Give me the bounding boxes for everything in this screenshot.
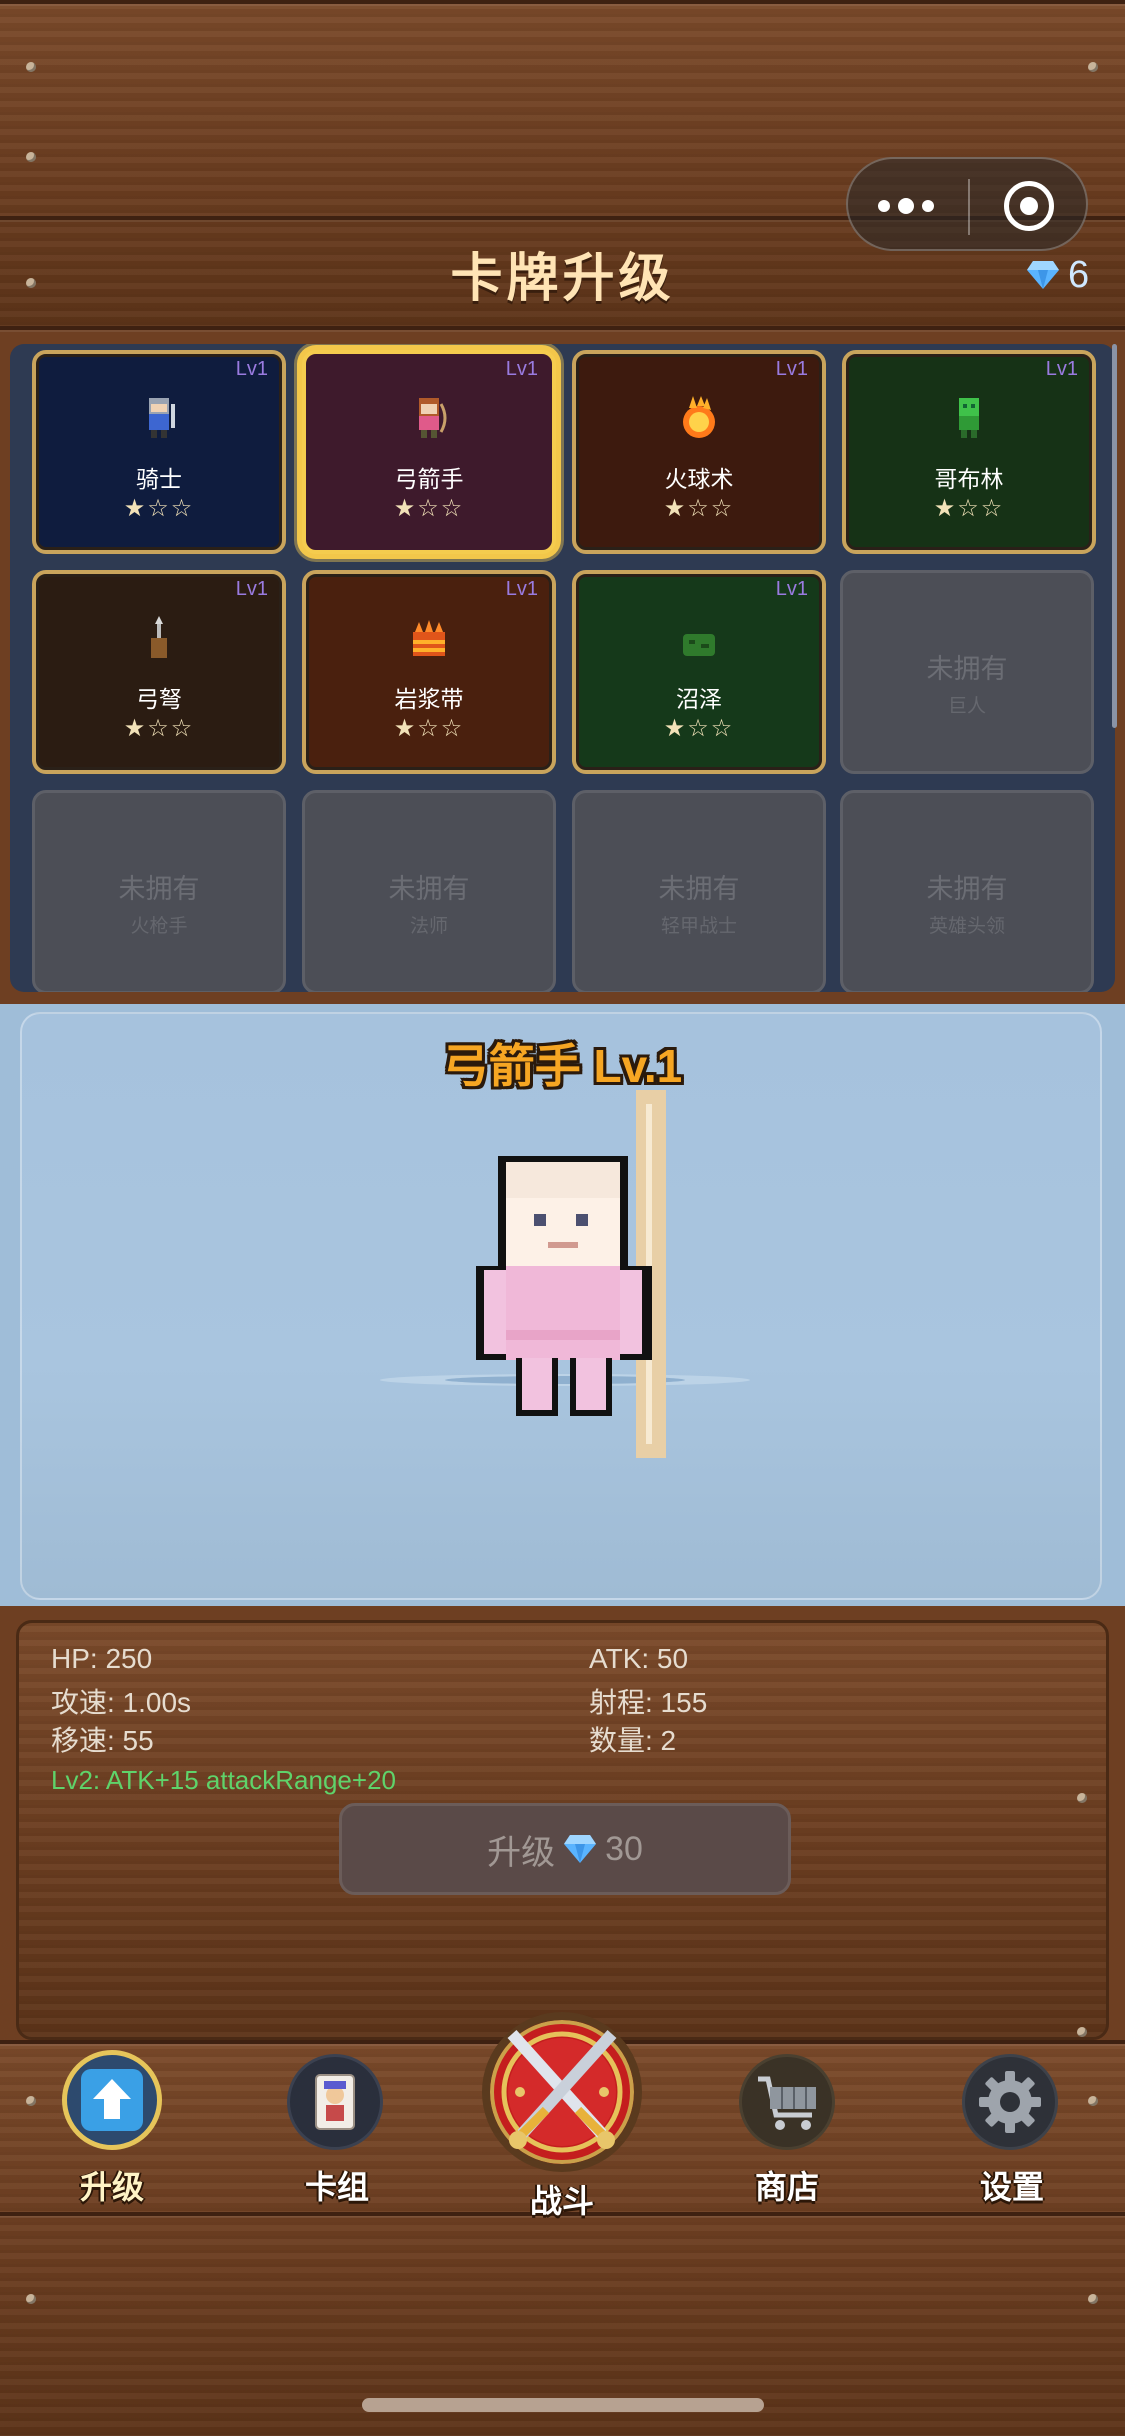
mini-program-capsule xyxy=(846,157,1088,251)
deck-cards-icon xyxy=(287,2054,383,2150)
stat-attack-speed: 攻速: 1.00s xyxy=(51,1687,192,1718)
tab-upgrade[interactable]: 升级 xyxy=(0,2040,225,2212)
card-level: Lv1 xyxy=(775,358,808,380)
upgrade-button[interactable]: 升级 30 xyxy=(339,1803,791,1895)
locked-status: 未拥有 xyxy=(118,874,200,904)
close-target-icon[interactable] xyxy=(1004,181,1054,231)
locked-card-name: 法师 xyxy=(409,916,448,937)
tab-deck-label: 卡组 xyxy=(304,2169,369,2205)
home-indicator[interactable] xyxy=(362,2398,764,2412)
crossed-swords-icon xyxy=(482,2012,642,2172)
header-bar: 卡牌升级 6 xyxy=(0,0,1125,330)
unit-preview: 弓箭手 Lv.1 xyxy=(0,1004,1125,1606)
locked-status: 未拥有 xyxy=(388,874,470,904)
fireball-sprite-icon xyxy=(683,396,715,438)
nail-decor xyxy=(1077,2027,1087,2037)
tab-settings-label: 设置 xyxy=(979,2169,1044,2205)
card-lava-belt[interactable]: Lv1 岩浆带 ★☆☆ xyxy=(302,570,556,774)
swamp-sprite-icon xyxy=(683,634,715,656)
locked-card-musketeer[interactable]: 未拥有 火枪手 xyxy=(32,790,286,992)
knight-sprite-icon xyxy=(149,398,175,438)
locked-card-light-warrior[interactable]: 未拥有 轻甲战士 xyxy=(572,790,826,992)
stat-move-speed: 移速: 55 xyxy=(51,1725,154,1756)
card-stars: ★☆☆ xyxy=(393,715,465,742)
card-fireball[interactable]: Lv1 火球术 ★☆☆ xyxy=(572,350,826,554)
card-name: 火球术 xyxy=(664,466,734,492)
lava-sprite-icon xyxy=(413,620,445,656)
tab-shop-label: 商店 xyxy=(754,2169,819,2205)
card-level: Lv1 xyxy=(505,578,538,600)
nail-decor xyxy=(1088,2294,1098,2304)
card-stars: ★☆☆ xyxy=(123,715,195,742)
nail-decor xyxy=(26,152,36,162)
capsule-divider xyxy=(968,179,970,235)
locked-card-name: 巨人 xyxy=(947,696,986,717)
locked-card-giant[interactable]: 未拥有 巨人 xyxy=(840,570,1094,774)
goblin-sprite-icon xyxy=(959,398,979,438)
nail-decor xyxy=(1088,62,1098,72)
card-goblin[interactable]: Lv1 哥布林 ★☆☆ xyxy=(842,350,1096,554)
gem-count: 6 xyxy=(1068,253,1090,296)
card-level: Lv1 xyxy=(235,578,268,600)
grid-scrollbar[interactable] xyxy=(1112,344,1117,728)
locked-status: 未拥有 xyxy=(926,874,1008,904)
card-archer[interactable]: Lv1 弓箭手 ★☆☆ xyxy=(302,350,556,554)
card-stars: ★☆☆ xyxy=(933,495,1005,522)
diamond-icon xyxy=(1027,261,1059,289)
locked-status: 未拥有 xyxy=(926,654,1008,684)
card-stars: ★☆☆ xyxy=(663,495,735,522)
nail-decor xyxy=(26,62,36,72)
locked-card-name: 英雄头领 xyxy=(928,916,1005,937)
nail-decor xyxy=(26,2294,36,2304)
upgrade-cost: 30 xyxy=(605,1829,643,1868)
locked-card-mage[interactable]: 未拥有 法师 xyxy=(302,790,556,992)
upgrade-arrow-icon xyxy=(62,2050,162,2150)
tab-upgrade-label: 升级 xyxy=(79,2169,144,2205)
locked-card-name: 轻甲战士 xyxy=(660,916,737,937)
more-options-icon[interactable] xyxy=(878,191,978,221)
card-swamp[interactable]: Lv1 沼泽 ★☆☆ xyxy=(572,570,826,774)
card-name: 弓弩 xyxy=(136,686,182,712)
card-knight[interactable]: Lv1 骑士 ★☆☆ xyxy=(32,350,286,554)
card-crossbow[interactable]: Lv1 弓弩 ★☆☆ xyxy=(32,570,286,774)
card-level: Lv1 xyxy=(775,578,808,600)
stat-count: 数量: 2 xyxy=(589,1725,677,1756)
stat-range: 射程: 155 xyxy=(589,1687,708,1718)
card-level: Lv1 xyxy=(1045,358,1078,380)
card-name: 哥布林 xyxy=(934,466,1004,492)
locked-card-hero-leader[interactable]: 未拥有 英雄头领 xyxy=(840,790,1094,992)
archer-sprite-icon xyxy=(419,398,447,438)
card-stars: ★☆☆ xyxy=(663,715,735,742)
stat-atk: ATK: 50 xyxy=(589,1643,689,1674)
locked-status: 未拥有 xyxy=(658,874,740,904)
card-level: Lv1 xyxy=(505,358,538,380)
card-name: 骑士 xyxy=(136,466,182,492)
card-name: 弓箭手 xyxy=(394,466,464,492)
tab-battle-label: 战斗 xyxy=(529,2183,594,2219)
card-name: 沼泽 xyxy=(676,686,722,712)
card-stars: ★☆☆ xyxy=(393,495,465,522)
bottom-nav: 升级 卡组 战斗 商店 设置 xyxy=(0,2012,1125,2436)
locked-card-name: 火枪手 xyxy=(130,916,188,937)
card-grid[interactable]: Lv1 骑士 ★☆☆ Lv1 弓箭手 ★☆☆ Lv1 火球术 ★☆☆ Lv1 哥… xyxy=(10,344,1115,992)
next-level-bonus: Lv2: ATK+15 attackRange+20 xyxy=(51,1765,396,1795)
tab-deck[interactable]: 卡组 xyxy=(225,2040,450,2212)
crossbow-sprite-icon xyxy=(151,616,167,658)
diamond-icon xyxy=(564,1835,597,1863)
stat-hp: HP: 250 xyxy=(51,1643,153,1674)
nail-decor xyxy=(1077,1793,1087,1803)
tab-shop[interactable]: 商店 xyxy=(675,2040,900,2212)
gem-counter: 6 xyxy=(1026,250,1089,300)
preview-title: 弓箭手 Lv.1 xyxy=(442,1040,683,1092)
tab-settings[interactable]: 设置 xyxy=(900,2040,1125,2212)
archer-character-sprite xyxy=(380,1090,750,1458)
upgrade-button-label: 升级 xyxy=(487,1833,556,1872)
tab-battle[interactable]: 战斗 xyxy=(450,1970,675,2219)
card-level: Lv1 xyxy=(235,358,268,380)
card-stars: ★☆☆ xyxy=(123,495,195,522)
card-name: 岩浆带 xyxy=(394,686,464,712)
gear-icon xyxy=(962,2054,1058,2150)
shopping-cart-icon xyxy=(739,2054,835,2150)
